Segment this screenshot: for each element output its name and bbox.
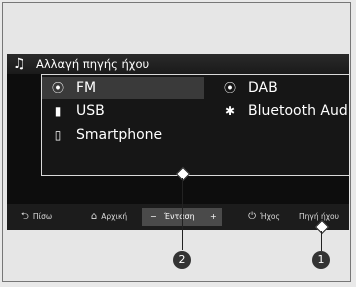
source-fm[interactable]: ⦿ FM <box>50 79 96 96</box>
bottom-bar: ⮌ Πίσω ⌂ Αρχική − Ένταση + ⏻ Ήχος Πηγή ήχου <box>7 204 349 230</box>
source-dab[interactable]: ⦿ DAB <box>222 79 278 96</box>
sound-button[interactable]: ⏻ Ήχος <box>239 204 289 230</box>
source-smartphone[interactable]: ▯ Smartphone <box>50 127 162 143</box>
bluetooth-icon: ✱ <box>224 104 236 118</box>
radio-antenna-icon: ⦿ <box>223 81 236 95</box>
source-usb[interactable]: ▮ USB <box>50 103 105 119</box>
sound-label: Ήχος <box>260 212 280 221</box>
volume-up-button[interactable]: + <box>210 208 217 226</box>
usb-icon: ▮ <box>54 104 62 118</box>
music-note-icon: ♫ <box>13 56 26 72</box>
source-panel: ⦿ FM ⦿ DAB ▮ USB ✱ Bluetooth Audio ▯ Smartpho… <box>41 74 349 176</box>
radio-antenna-icon: ⦿ <box>51 81 64 95</box>
callout-line-1 <box>321 231 322 251</box>
source-bluetooth-audio[interactable]: ✱ Bluetooth Audio <box>222 103 349 119</box>
source-label: Bluetooth Audio <box>248 103 349 119</box>
back-button[interactable]: ⮌ Πίσω <box>9 204 64 230</box>
home-label: Αρχική <box>101 212 128 221</box>
back-label: Πίσω <box>32 212 53 221</box>
home-button[interactable]: ⌂ Αρχική <box>79 204 139 230</box>
infotainment-screen: ♫ Αλλαγή πηγής ήχου ⦿ FM ⦿ DAB ▮ USB ✱ Bluet… <box>7 54 349 230</box>
callout-badge-2: 2 <box>173 251 191 269</box>
audio-source-label: Πηγή ήχου <box>299 212 339 221</box>
power-icon: ⏻ <box>248 211 257 222</box>
smartphone-icon: ▯ <box>54 128 62 142</box>
volume-label: Ένταση <box>164 212 195 221</box>
home-icon: ⌂ <box>90 211 98 222</box>
callout-line-2 <box>182 178 183 250</box>
callout-badge-1: 1 <box>312 251 330 269</box>
source-label: USB <box>76 103 105 119</box>
back-arrow-icon: ⮌ <box>20 211 29 222</box>
screen-title: Αλλαγή πηγής ήχου <box>36 57 150 71</box>
source-label: Smartphone <box>76 127 163 143</box>
volume-down-button[interactable]: − <box>150 208 157 226</box>
screen-header: ♫ Αλλαγή πηγής ήχου <box>7 54 349 74</box>
source-label: DAB <box>248 80 278 96</box>
source-label: FM <box>76 80 97 96</box>
